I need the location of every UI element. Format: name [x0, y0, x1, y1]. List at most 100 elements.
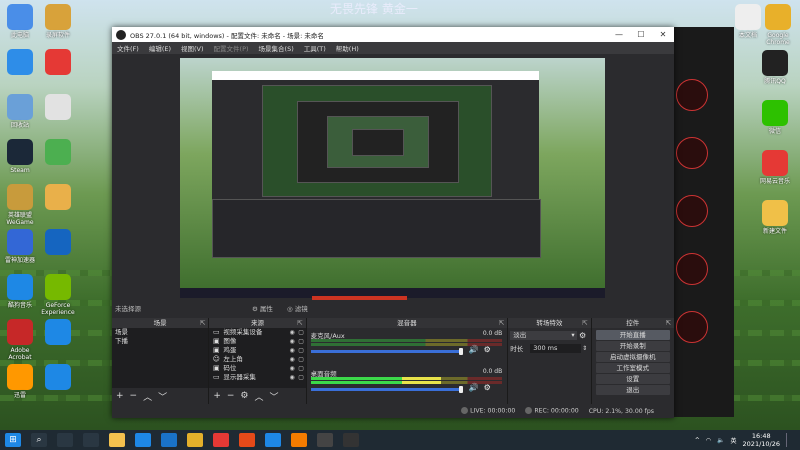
source-item[interactable]: ▣ 码位 ◉ ▢ — [209, 364, 305, 373]
move-down-icon[interactable]: ﹀ — [158, 390, 167, 403]
move-up-icon[interactable]: ︿ — [143, 390, 152, 403]
dock-pin-icon[interactable]: ⇱ — [582, 318, 587, 328]
volume-slider-handle[interactable] — [458, 348, 463, 355]
menu-view[interactable]: 视图(V) — [176, 43, 209, 53]
edge-icon[interactable] — [265, 433, 281, 447]
desktop-icon[interactable]: 新建文件 — [755, 200, 795, 235]
gear-icon[interactable]: ⚙ — [484, 345, 491, 354]
speaker-icon[interactable]: 🔊 — [469, 383, 479, 392]
preview-canvas[interactable] — [180, 58, 605, 298]
dock-pin-icon[interactable]: ⇱ — [499, 318, 504, 328]
dock-pin-icon[interactable]: ⇱ — [666, 318, 671, 328]
volume-slider[interactable] — [310, 350, 461, 353]
filters-button[interactable]: ◎ 滤镜 — [287, 304, 308, 314]
lock-icon[interactable]: ▢ — [297, 373, 306, 382]
search-icon[interactable]: ⌕ — [31, 433, 47, 447]
windows-start-icon[interactable]: ⊞ — [5, 433, 21, 447]
chrome-icon[interactable] — [187, 433, 203, 447]
menu-profile[interactable]: 配置文件(P) — [209, 43, 254, 53]
input-language[interactable]: 英 — [731, 436, 737, 445]
app-icon[interactable] — [317, 433, 333, 447]
desktop-icon[interactable]: Google Chrome — [758, 4, 798, 46]
desktop-icon[interactable] — [0, 49, 40, 77]
desktop-icon[interactable]: 微信 — [755, 100, 795, 135]
desktop-icon[interactable] — [38, 229, 78, 257]
volume-icon[interactable]: 🔈 — [717, 437, 724, 444]
wifi-icon[interactable]: ◠ — [706, 437, 711, 444]
task-view-icon[interactable] — [57, 433, 73, 447]
lock-icon[interactable]: ▢ — [297, 355, 306, 364]
studio-mode-button[interactable]: 工作室模式 — [595, 363, 670, 373]
start-recording-button[interactable]: 开始录制 — [595, 341, 670, 351]
desktop-icon[interactable] — [38, 49, 78, 77]
transition-gear-icon[interactable]: ⚙ — [577, 331, 589, 340]
add-scene-button[interactable]: + — [116, 391, 124, 401]
desktop-icon[interactable] — [38, 184, 78, 212]
start-virtual-camera-button[interactable]: 启动虚拟摄像机 — [595, 352, 670, 362]
desktop-icon[interactable] — [38, 94, 78, 122]
desktop-icon[interactable] — [38, 139, 78, 167]
eye-icon[interactable]: ◉ — [288, 355, 297, 364]
move-up-icon[interactable]: ︿ — [254, 390, 263, 403]
desktop-icon[interactable]: Steam — [0, 139, 40, 174]
menu-tools[interactable]: 工具(T) — [299, 43, 331, 53]
desktop-icon[interactable]: 录屏软件 — [38, 4, 78, 39]
app-icon[interactable] — [239, 433, 255, 447]
menu-edit[interactable]: 编辑(E) — [144, 43, 176, 53]
settings-button[interactable]: 设置 — [595, 374, 670, 384]
desktop-icon[interactable]: 雷神加速器 — [0, 229, 40, 264]
speaker-icon[interactable]: 🔊 — [469, 345, 479, 354]
desktop-icon[interactable]: 回收站 — [0, 94, 40, 129]
duration-input[interactable]: 300 ms — [530, 343, 581, 353]
tray-chevron-icon[interactable]: ^ — [695, 437, 700, 444]
maximize-button[interactable]: ☐ — [630, 30, 652, 39]
obs-icon[interactable] — [343, 433, 359, 447]
eye-icon[interactable]: ◉ — [288, 364, 297, 373]
start-streaming-button[interactable]: 开始直播 — [595, 330, 670, 340]
eye-icon[interactable]: ◉ — [288, 373, 297, 382]
duration-stepper[interactable]: ⇕ — [581, 345, 589, 352]
desktop-icon[interactable]: 迅雷 — [0, 364, 40, 399]
menu-help[interactable]: 帮助(H) — [331, 43, 364, 53]
desktop-icon[interactable] — [38, 319, 78, 347]
eye-icon[interactable]: ◉ — [288, 346, 297, 355]
gear-icon[interactable]: ⚙ — [484, 383, 491, 392]
properties-button[interactable]: ⚙ 属性 — [252, 304, 273, 314]
lock-icon[interactable]: ▢ — [297, 328, 306, 337]
lock-icon[interactable]: ▢ — [297, 337, 306, 346]
dock-pin-icon[interactable]: ⇱ — [297, 318, 302, 328]
source-properties-gear-icon[interactable]: ⚙ — [240, 391, 248, 401]
desktop-icon[interactable]: 腾讯QQ — [755, 50, 795, 85]
dock-pin-icon[interactable]: ⇱ — [200, 318, 205, 328]
volume-slider[interactable] — [310, 388, 461, 391]
source-item[interactable]: ☺ 左上角 ◉ ▢ — [209, 355, 305, 364]
lock-icon[interactable]: ▢ — [297, 346, 306, 355]
netease-icon[interactable] — [213, 433, 229, 447]
eye-icon[interactable]: ◉ — [288, 337, 297, 346]
remove-source-button[interactable]: − — [227, 391, 235, 401]
edge-icon[interactable] — [161, 433, 177, 447]
transition-select[interactable]: 淡出 ▾ — [510, 331, 577, 340]
clock[interactable]: 16:48 2021/10/26 — [743, 432, 780, 448]
desktop-icon[interactable]: 酷狗音乐 — [0, 274, 40, 309]
move-down-icon[interactable]: ﹀ — [270, 390, 279, 403]
file-explorer-icon[interactable] — [109, 433, 125, 447]
eye-icon[interactable]: ◉ — [288, 328, 297, 337]
lock-icon[interactable]: ▢ — [297, 364, 306, 373]
scene-item[interactable]: 场景 — [112, 328, 208, 337]
desktop-icon[interactable]: 英雄联盟WeGame — [0, 184, 40, 226]
minimize-button[interactable]: — — [608, 30, 630, 39]
source-item[interactable]: ▣ 图像 ◉ ▢ — [209, 337, 305, 346]
volume-slider-handle[interactable] — [458, 386, 463, 393]
app-icon[interactable] — [83, 433, 99, 447]
desktop-icon[interactable]: GeForce Experience — [38, 274, 78, 316]
remove-scene-button[interactable]: − — [130, 391, 138, 401]
source-item[interactable]: ▭ 显示器采集 ◉ ▢ — [209, 373, 305, 382]
add-source-button[interactable]: + — [213, 391, 221, 401]
menu-scene-collection[interactable]: 场景集合(S) — [254, 43, 299, 53]
close-button[interactable]: ✕ — [652, 30, 674, 39]
source-item[interactable]: ▣ 鸡蛋 ◉ ▢ — [209, 346, 305, 355]
app-icon[interactable] — [291, 433, 307, 447]
menu-file[interactable]: 文件(F) — [112, 43, 144, 53]
exit-button[interactable]: 退出 — [595, 385, 670, 395]
